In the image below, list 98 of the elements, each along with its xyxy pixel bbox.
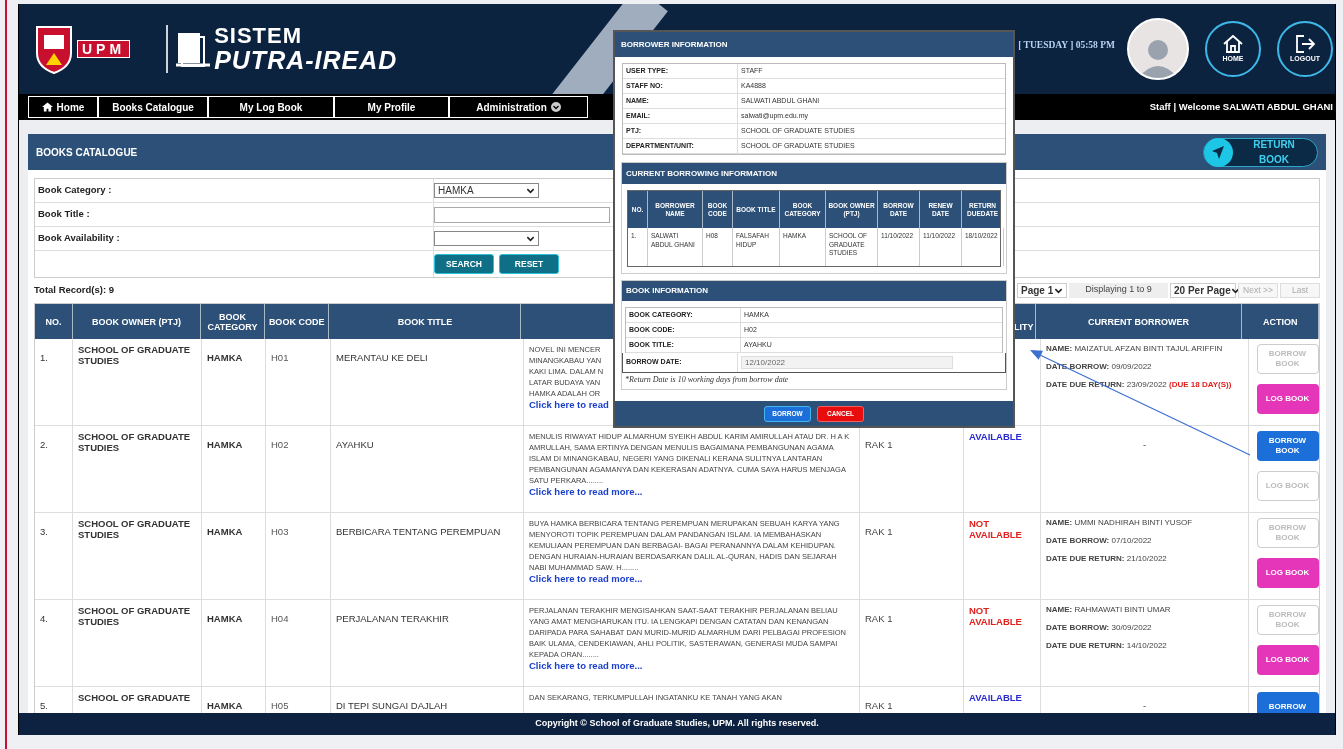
borrower-detail: DATE DUE RETURN: 14/10/2022 bbox=[1046, 641, 1168, 651]
column-header: LITY bbox=[1014, 321, 1034, 332]
column-header: BOOK OWNER (PTJ) bbox=[91, 316, 181, 327]
table-cell-text: SCHOOL OF GRADUATE STUDIES bbox=[78, 344, 192, 366]
filter-button[interactable]: RESET bbox=[499, 254, 559, 274]
row-number: 5. bbox=[40, 700, 48, 711]
borrower-detail: NAME: MAIZATUL AFZAN BINTI TAJUL ARIFFIN bbox=[1046, 344, 1224, 354]
read-more-link[interactable]: Click here to read more... bbox=[529, 660, 643, 672]
filter-label: Book Title : bbox=[38, 207, 90, 222]
availability-status: NOT AVAILABLE bbox=[969, 518, 1023, 540]
chevron-down-icon bbox=[526, 234, 535, 243]
date-time: [ TUESDAY ] 05:58 PM bbox=[1018, 39, 1115, 52]
availability-status: AVAILABLE bbox=[969, 431, 1023, 442]
nav-link[interactable]: Books Catalogue bbox=[98, 96, 208, 118]
column-header: CURRENT BORROWER bbox=[1087, 316, 1189, 327]
borrow-book-button[interactable]: BORROW BOOK bbox=[1256, 431, 1319, 461]
select-field[interactable]: Page 1 bbox=[1017, 282, 1067, 298]
crest-icon bbox=[34, 23, 74, 75]
column-header: ACTION bbox=[1262, 316, 1298, 327]
section-title: BOOK INFORMATION bbox=[626, 285, 709, 297]
log-book-button[interactable]: LOG BOOK bbox=[1256, 645, 1319, 675]
row-number: 3. bbox=[40, 526, 48, 537]
table-cell: H03 bbox=[271, 526, 289, 537]
system-title: SISTEM bbox=[214, 25, 303, 47]
table-cell-text: SCHOOL OF GRADUATE STUDIES bbox=[78, 605, 192, 627]
table-cell-text: SCHOOL OF GRADUATE STUDIES bbox=[78, 518, 192, 540]
upm-logo-text: UPM bbox=[77, 40, 131, 58]
table-cell: MERANTAU KE DELI bbox=[336, 352, 428, 363]
availability-status: NOT AVAILABLE bbox=[969, 605, 1023, 627]
nav-link[interactable]: Home bbox=[28, 96, 98, 118]
page-title: BOOKS CATALOGUE bbox=[36, 145, 138, 160]
copyright-text: Copyright © School of Graduate Studies, UPM. All rights reserved. bbox=[535, 717, 819, 731]
log-book-button[interactable]: LOG BOOK bbox=[1256, 384, 1319, 414]
system-name: PUTRA-IREAD bbox=[214, 48, 398, 73]
section-title: CURRENT BORROWING INFORMATION bbox=[626, 167, 777, 180]
borrower-detail: DATE DUE RETURN: 21/10/2022 bbox=[1046, 554, 1168, 564]
borrower-detail: NAME: UMMI NADHIRAH BINTI YUSOF bbox=[1046, 518, 1194, 528]
select-field[interactable]: 20 Per Page bbox=[1170, 282, 1236, 298]
home-icon bbox=[41, 102, 53, 112]
read-more-link[interactable]: Click here to read more... bbox=[529, 486, 643, 498]
borrower-detail: NAME: RAHMAWATI BINTI UMAR bbox=[1046, 605, 1172, 615]
log-book-button[interactable]: LOG BOOK bbox=[1256, 558, 1319, 588]
table-cell-text: SCHOOL OF GRADUATE STUDIES bbox=[78, 431, 192, 453]
table-cell-text: SCHOOL OF GRADUATE bbox=[78, 692, 192, 703]
return-date-note: *Return Date is 10 working days from borrow date bbox=[625, 374, 790, 386]
welcome-text: Staff | Welcome SALWATI ABDUL GHANI bbox=[1149, 99, 1333, 114]
text-input[interactable] bbox=[434, 206, 610, 223]
read-more-link[interactable]: Click here to read bbox=[529, 399, 609, 411]
table-cell: RAK 1 bbox=[865, 526, 893, 537]
row-number: 2. bbox=[40, 439, 48, 450]
filter-label: Book Category : bbox=[38, 183, 112, 198]
table-cell: H02 bbox=[271, 439, 289, 450]
filter-label: Book Availability : bbox=[38, 231, 120, 246]
nav-link[interactable]: My Profile bbox=[334, 96, 449, 118]
logout-icon bbox=[1294, 33, 1316, 54]
table-cell: H05 bbox=[271, 700, 289, 711]
column-header: BOOK TITLE bbox=[397, 316, 453, 327]
table-cell: HAMKA bbox=[207, 526, 243, 537]
table-cell: H01 bbox=[271, 352, 289, 363]
nav-link[interactable]: My Log Book bbox=[208, 96, 334, 118]
column-header: BOOK CODE bbox=[268, 316, 325, 327]
table-cell: PERJALANAN TERAKHIR bbox=[336, 613, 449, 624]
table-cell: BERBICARA TENTANG PEREMPUAN bbox=[336, 526, 501, 537]
borrow-book-button[interactable]: BORROW bbox=[1256, 692, 1319, 713]
table-cell: DI TEPI SUNGAI DAJLAH bbox=[336, 700, 448, 711]
table-cell: H04 bbox=[271, 613, 289, 624]
table-cell: HAMKA bbox=[207, 613, 243, 624]
read-more-link[interactable]: Click here to read more... bbox=[529, 573, 643, 585]
borrower-detail: DATE BORROW: 07/10/2022 bbox=[1046, 536, 1153, 546]
table-cell: HAMKA bbox=[207, 700, 243, 711]
row-number: 4. bbox=[40, 613, 48, 624]
nav-link[interactable]: Administration bbox=[449, 96, 588, 118]
table-cell: RAK 1 bbox=[865, 613, 893, 624]
chevron-down-icon bbox=[526, 186, 535, 195]
borrower-detail: DATE BORROW: 09/09/2022 bbox=[1046, 362, 1153, 372]
filter-button[interactable]: SEARCH bbox=[434, 254, 494, 274]
availability-status: AVAILABLE bbox=[969, 692, 1023, 703]
select-field[interactable] bbox=[434, 231, 539, 246]
table-cell: HAMKA bbox=[207, 439, 243, 450]
page-info: Displaying 1 to 9 bbox=[1069, 282, 1168, 298]
table-cell: HAMKA bbox=[207, 352, 243, 363]
chevron-down-icon bbox=[550, 102, 561, 112]
return-book-button[interactable]: RETURN BOOK bbox=[1203, 137, 1318, 167]
select-field[interactable]: HAMKA bbox=[434, 183, 539, 198]
table-cell: RAK 1 bbox=[865, 439, 893, 450]
borrower-detail: DATE BORROW: 30/09/2022 bbox=[1046, 623, 1153, 633]
record-count: Total Record(s): 9 bbox=[34, 282, 115, 297]
modal-title: BORROWER INFORMATION bbox=[621, 38, 728, 51]
date-input[interactable]: 12/10/2022 bbox=[741, 356, 953, 369]
column-header: NO. bbox=[45, 316, 62, 327]
table-cell: AYAHKU bbox=[336, 439, 374, 450]
home-icon bbox=[1222, 33, 1244, 54]
column-header: BOOK CATEGORY bbox=[206, 311, 259, 332]
table-cell: RAK 1 bbox=[865, 700, 893, 711]
row-number: 1. bbox=[40, 352, 48, 363]
table-cell: - bbox=[1142, 439, 1147, 450]
table-cell: - bbox=[1142, 700, 1147, 711]
paper-plane-icon bbox=[1204, 137, 1233, 167]
